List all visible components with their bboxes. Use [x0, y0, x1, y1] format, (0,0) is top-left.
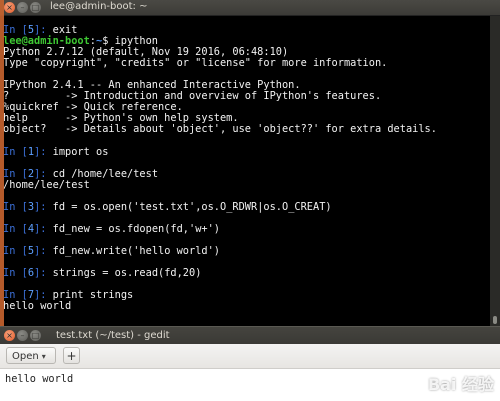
terminal-lines: In [5]: exit lee@admin-boot:~$ ipython Pyt… [0, 16, 490, 312]
terminal-text: /home/lee/test [3, 178, 90, 191]
terminal-text: ]: [34, 267, 53, 280]
plus-icon: + [66, 349, 77, 363]
terminal-text: In [ [3, 145, 28, 158]
gedit-text-line: hello world [5, 373, 74, 385]
terminal-line: In [6]: strings = os.read(fd,20) [3, 268, 490, 279]
gedit-toolbar: Open ▾ + [0, 344, 500, 369]
watermark-logo: Bai 经验 [427, 375, 494, 394]
terminal-text: hello world [3, 300, 72, 313]
terminal-text: strings = os.read(fd,20) [52, 267, 202, 280]
terminal-text: object? -> Details about 'object', use '… [3, 123, 437, 136]
open-button[interactable]: Open ▾ [6, 347, 56, 364]
terminal-text: In [ [3, 200, 28, 213]
maximize-icon[interactable]: □ [30, 330, 41, 341]
terminal-text: ]: [34, 200, 53, 213]
terminal-text: ]: [34, 222, 53, 235]
terminal-line: object? -> Details about 'object', use '… [3, 124, 490, 135]
chevron-down-icon: ▾ [41, 352, 46, 361]
gedit-titlebar[interactable]: × – □ test.txt (~/test) - gedit [0, 326, 500, 345]
terminal-text: fd_new.write('hello world') [52, 244, 221, 257]
terminal-text: fd_new = os.fdopen(fd,'w+') [52, 222, 221, 235]
terminal-output[interactable]: In [5]: exit lee@admin-boot:~$ ipython Pyt… [0, 16, 490, 326]
scrollbar-thumb[interactable] [493, 316, 497, 324]
terminal-titlebar[interactable]: × – □ lee@admin-boot: ~ [0, 0, 500, 16]
terminal-line: /home/lee/test [3, 178, 490, 191]
terminal-text: fd = os.open('test.txt',os.O_RDWR|os.O_C… [52, 200, 332, 213]
gedit-window: × – □ test.txt (~/test) - gedit Open ▾ + … [0, 326, 500, 401]
minimize-icon[interactable]: – [17, 2, 28, 13]
maximize-icon[interactable]: □ [30, 2, 41, 13]
terminal-window: × – □ lee@admin-boot: ~ In [5]: exit lee@… [0, 0, 500, 326]
terminal-text: Type "copyright", "credits" or "license"… [3, 57, 388, 70]
terminal-text: ]: [34, 145, 53, 158]
terminal-text: import os [52, 145, 109, 158]
watermark-url: jingyan.baidu.com [425, 393, 490, 401]
terminal-line: In [7]: print strings [3, 290, 490, 301]
terminal-scrollbar[interactable] [490, 16, 500, 326]
terminal-text: In [ [3, 222, 28, 235]
gedit-title: test.txt (~/test) - gedit [56, 330, 170, 341]
left-edge-strip [0, 0, 4, 326]
close-icon[interactable]: × [4, 330, 15, 341]
terminal-text: In [ [3, 267, 28, 280]
terminal-line: In [1]: import os [3, 145, 490, 158]
new-document-button[interactable]: + [63, 347, 80, 364]
terminal-line: In [5]: fd_new.write('hello world') [3, 244, 490, 257]
terminal-line: In [3]: fd = os.open('test.txt',os.O_RDW… [3, 200, 490, 213]
terminal-line: In [4]: fd_new = os.fdopen(fd,'w+') [3, 222, 490, 235]
open-button-label: Open [12, 351, 39, 362]
terminal-title: lee@admin-boot: ~ [50, 1, 148, 12]
terminal-text: ]: [34, 244, 53, 257]
minimize-icon[interactable]: – [17, 330, 28, 341]
close-icon[interactable]: × [4, 2, 15, 13]
terminal-text: In [ [3, 244, 28, 257]
terminal-line: Type "copyright", "credits" or "license"… [3, 58, 490, 69]
terminal-line: hello world [3, 301, 490, 312]
